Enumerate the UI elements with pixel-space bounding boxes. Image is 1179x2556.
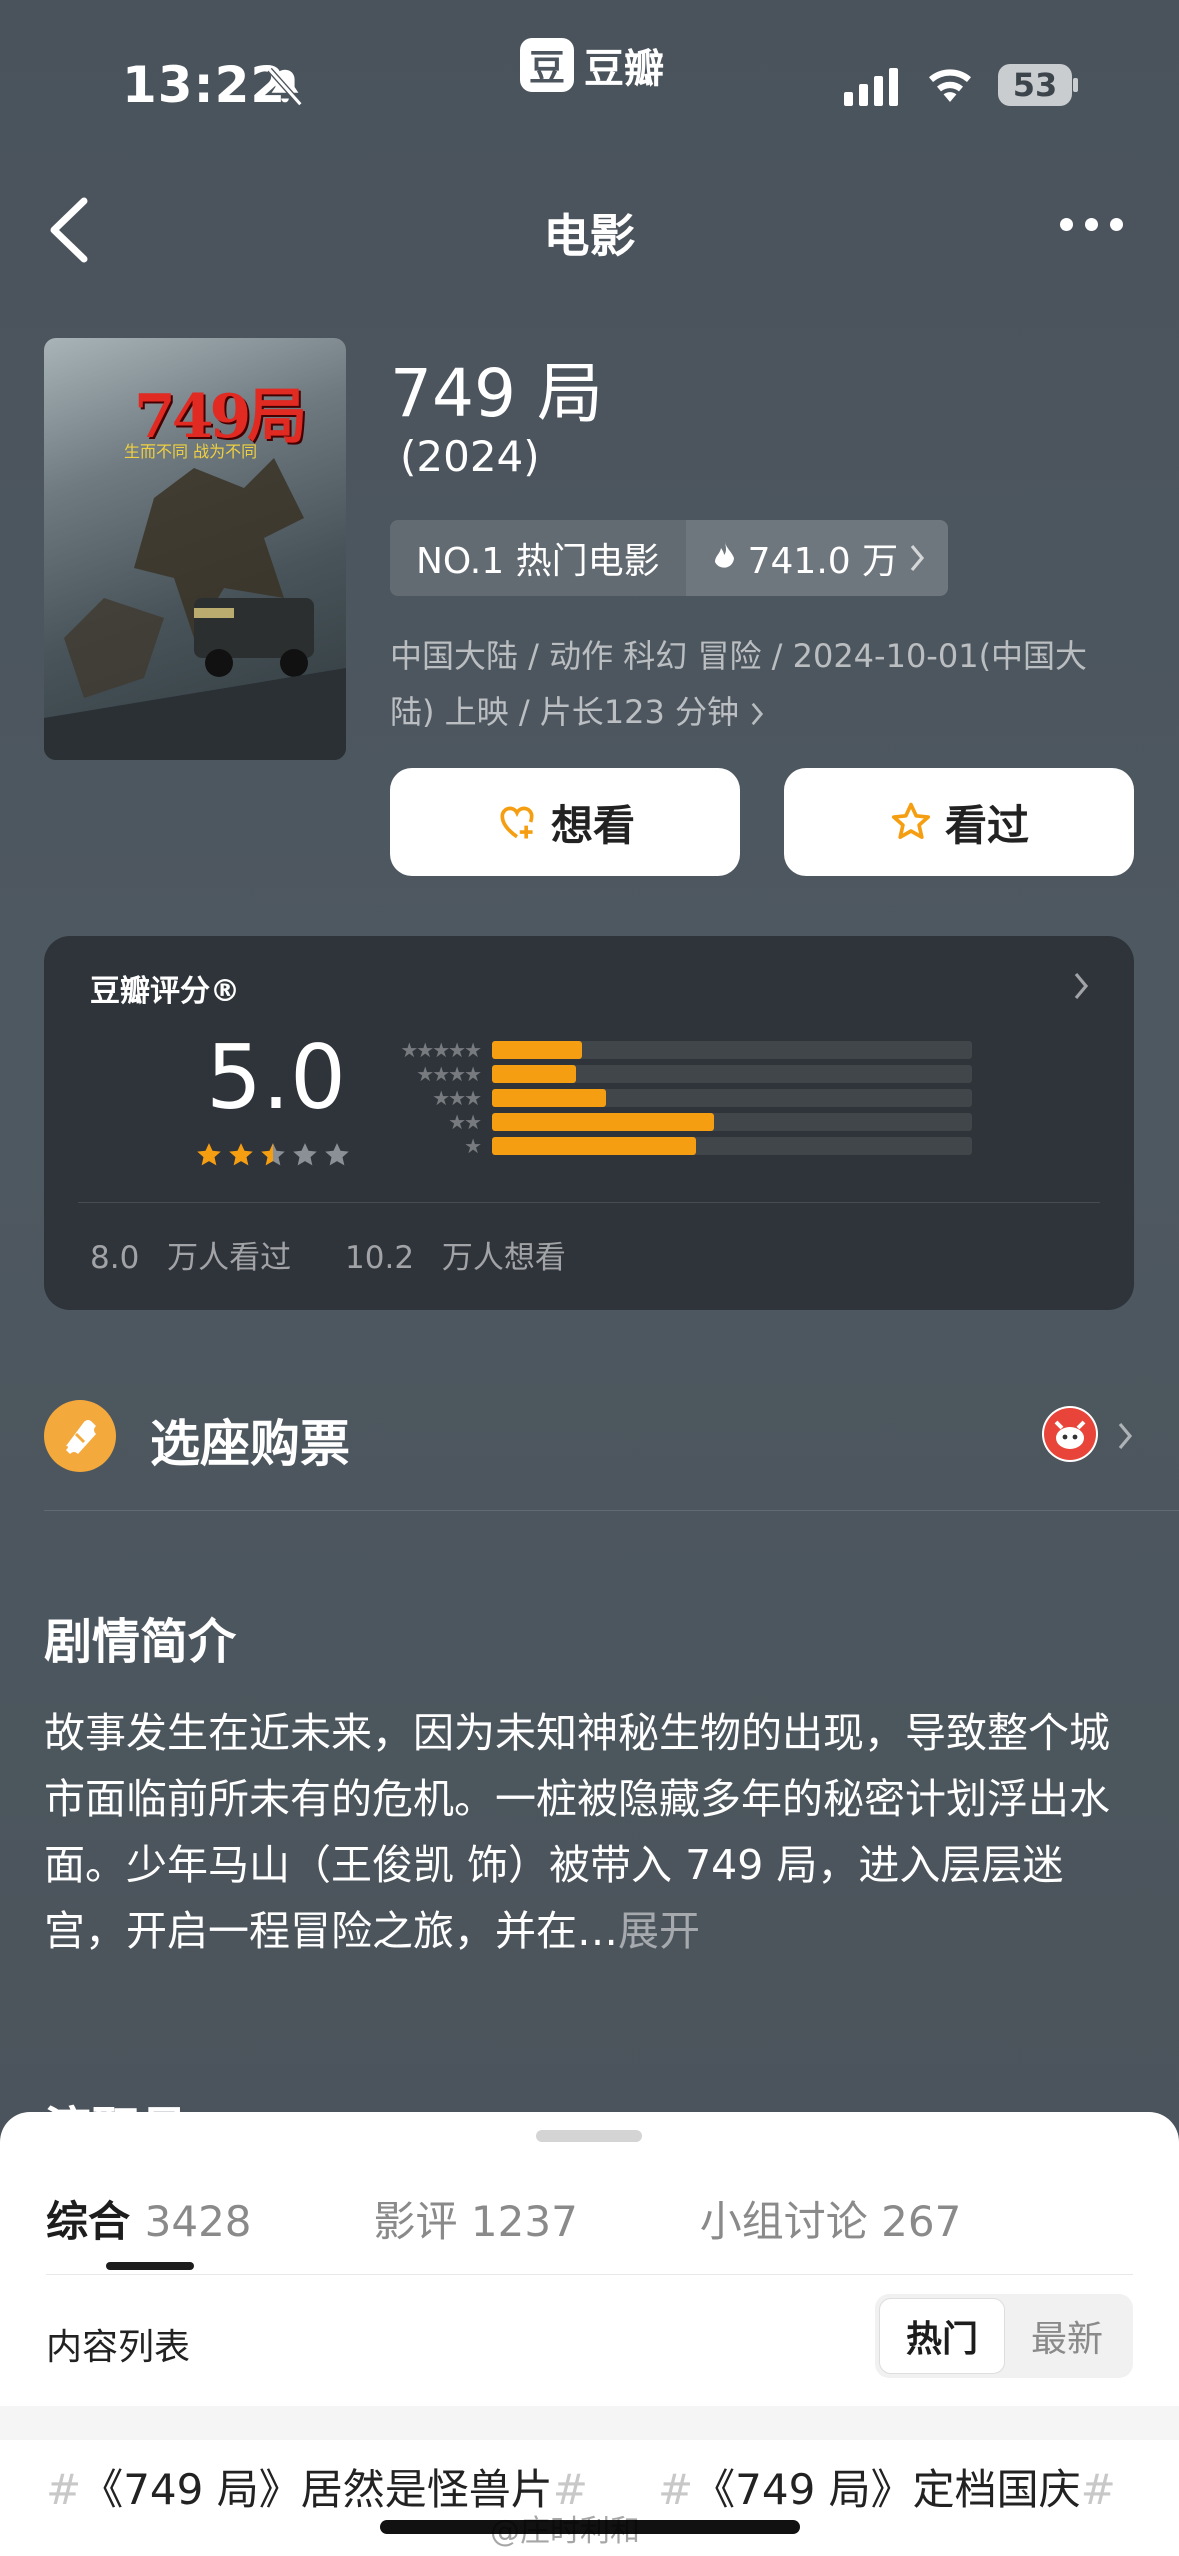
more-options-icon[interactable] — [1060, 218, 1123, 231]
ticket-icon — [44, 1400, 116, 1472]
maoyan-cat-icon — [1042, 1406, 1098, 1462]
seen-label: 看过 — [944, 800, 1029, 850]
poster-artwork — [44, 458, 346, 760]
distribution-bar — [492, 1137, 696, 1155]
tab-count: 3428 — [144, 2197, 252, 2246]
movie-year: (2024) — [400, 432, 540, 481]
tab-count: 267 — [881, 2197, 962, 2246]
rating-distribution: ★★★★★ ★★★★ ★★★ ★★ ★ — [382, 1038, 972, 1158]
chevron-right-icon — [910, 544, 925, 572]
tab-count: 1237 — [470, 2197, 578, 2246]
synopsis-body[interactable]: 故事发生在近未来，因为未知神秘生物的出现，导致整个城市面临前所未有的危机。一桩被… — [44, 1700, 1134, 1964]
tab-reviews[interactable]: 影评 1237 — [374, 2188, 578, 2249]
chevron-right-icon — [1118, 1422, 1133, 1450]
tab-label: 影评 — [373, 2197, 458, 2246]
rating-distribution-row: ★★★★ — [382, 1062, 972, 1086]
want-to-watch-button[interactable]: 想看 — [390, 768, 740, 876]
watermark: @庄时利和 — [490, 2514, 640, 2549]
rating-star-icon — [325, 1143, 349, 1166]
distribution-bar — [492, 1089, 606, 1107]
distribution-stars-label: ★★★ — [432, 1086, 482, 1110]
distribution-stars-label: ★★★★★ — [400, 1038, 482, 1062]
flame-icon — [714, 542, 734, 568]
distribution-stars-label: ★★★★ — [416, 1062, 482, 1086]
battery-level: 53 — [998, 64, 1072, 106]
chevron-right-icon — [1074, 972, 1089, 1000]
heart-plus-icon — [500, 806, 534, 839]
rating-label: 豆瓣评分® — [90, 974, 240, 1009]
rating-distribution-row: ★★ — [382, 1110, 972, 1134]
watched-button[interactable]: 看过 — [784, 768, 1134, 876]
rating-card[interactable]: 豆瓣评分® 5.0 ★★★★★ ★★★★ ★★★ ★★ ★ 8.0 万人看过 10.2 … — [44, 936, 1134, 1310]
battery-icon: 53 — [998, 64, 1078, 106]
seen-count: 8.0 万人看过 — [90, 1240, 292, 1276]
movie-meta[interactable]: 中国大陆 / 动作 科幻 冒险 / 2024-10-01(中国大陆) 上映 / … — [390, 628, 1130, 740]
content-tabs: 综合 3428 影评 1237 小组讨论 267 — [46, 2188, 1083, 2249]
status-bar: 13:22 豆 豆瓣 53 — [0, 0, 1179, 170]
rating-star-icon — [261, 1143, 285, 1166]
heat-badge: 741.0 万 — [685, 520, 949, 596]
douban-logo-icon: 豆 — [520, 38, 574, 92]
synopsis-heading: 剧情简介 — [44, 1614, 237, 1670]
rating-stars — [194, 1140, 352, 1170]
app-badge[interactable]: 豆 豆瓣 — [520, 36, 664, 94]
rating-star-icon — [229, 1143, 253, 1166]
want-label: 想看 — [550, 800, 635, 850]
sheet-grab-handle[interactable] — [536, 2130, 642, 2142]
movie-title: 749 局 — [390, 355, 603, 432]
rating-score: 5.0 — [206, 1026, 346, 1129]
ranking-pill[interactable]: NO.1 热门电影 741.0 万 — [390, 520, 949, 596]
bell-muted-icon — [267, 67, 303, 107]
active-tab-indicator — [106, 2262, 194, 2270]
expand-link[interactable]: 展开 — [618, 1907, 700, 1955]
chevron-right-icon — [751, 702, 764, 726]
topic-item[interactable]: #《749 局》定档国庆# — [658, 2456, 1116, 2517]
ticket-label: 选座购票 — [150, 1415, 350, 1473]
want-count: 10.2 万人想看 — [345, 1240, 566, 1276]
bottom-sheet[interactable]: 综合 3428 影评 1237 小组讨论 267 内容列表 热门 最新 #《74… — [0, 2112, 1179, 2556]
tab-group-discussion[interactable]: 小组讨论 267 — [700, 2188, 962, 2249]
page-title: 电影 — [543, 209, 636, 263]
sort-hot-option[interactable]: 热门 — [879, 2298, 1005, 2374]
rating-counts: 8.0 万人看过 10.2 万人想看 — [90, 1232, 592, 1277]
distribution-bar — [492, 1041, 582, 1059]
heat-value: 741.0 万 — [747, 541, 899, 582]
content-list-heading: 内容列表 — [46, 2327, 191, 2368]
rating-distribution-row: ★★★★★ — [382, 1038, 972, 1062]
rating-distribution-row: ★ — [382, 1134, 972, 1158]
distribution-stars-label: ★★ — [448, 1110, 482, 1134]
tab-label: 综合 — [46, 2197, 131, 2246]
sort-segmented-control: 热门 最新 — [875, 2294, 1133, 2378]
app-name: 豆瓣 — [584, 46, 664, 92]
buy-ticket-row[interactable]: 选座购票 — [44, 1396, 1134, 1476]
star-outline-icon — [891, 802, 931, 840]
distribution-bar — [492, 1065, 576, 1083]
movie-poster[interactable]: 749局 生而不同 战为不同 — [44, 338, 346, 760]
distribution-stars-label: ★ — [464, 1134, 482, 1158]
rating-star-icon — [197, 1143, 221, 1166]
wifi-icon — [929, 69, 971, 102]
tab-label: 小组讨论 — [699, 2197, 868, 2246]
tab-overall[interactable]: 综合 3428 — [46, 2188, 252, 2249]
divider — [44, 1510, 1179, 1511]
synopsis-text: 故事发生在近未来，因为未知神秘生物的出现，导致整个城市面临前所未有的危机。一桩被… — [44, 1709, 1110, 1955]
sort-new-option[interactable]: 最新 — [1005, 2298, 1129, 2374]
rank-label: NO.1 热门电影 — [390, 520, 686, 596]
distribution-bar — [492, 1113, 714, 1131]
movie-meta-text: 中国大陆 / 动作 科幻 冒险 / 2024-10-01(中国大陆) 上映 / … — [390, 637, 1088, 731]
rating-star-icon — [293, 1143, 317, 1166]
rating-distribution-row: ★★★ — [382, 1086, 972, 1110]
cellular-signal-icon — [844, 66, 898, 106]
